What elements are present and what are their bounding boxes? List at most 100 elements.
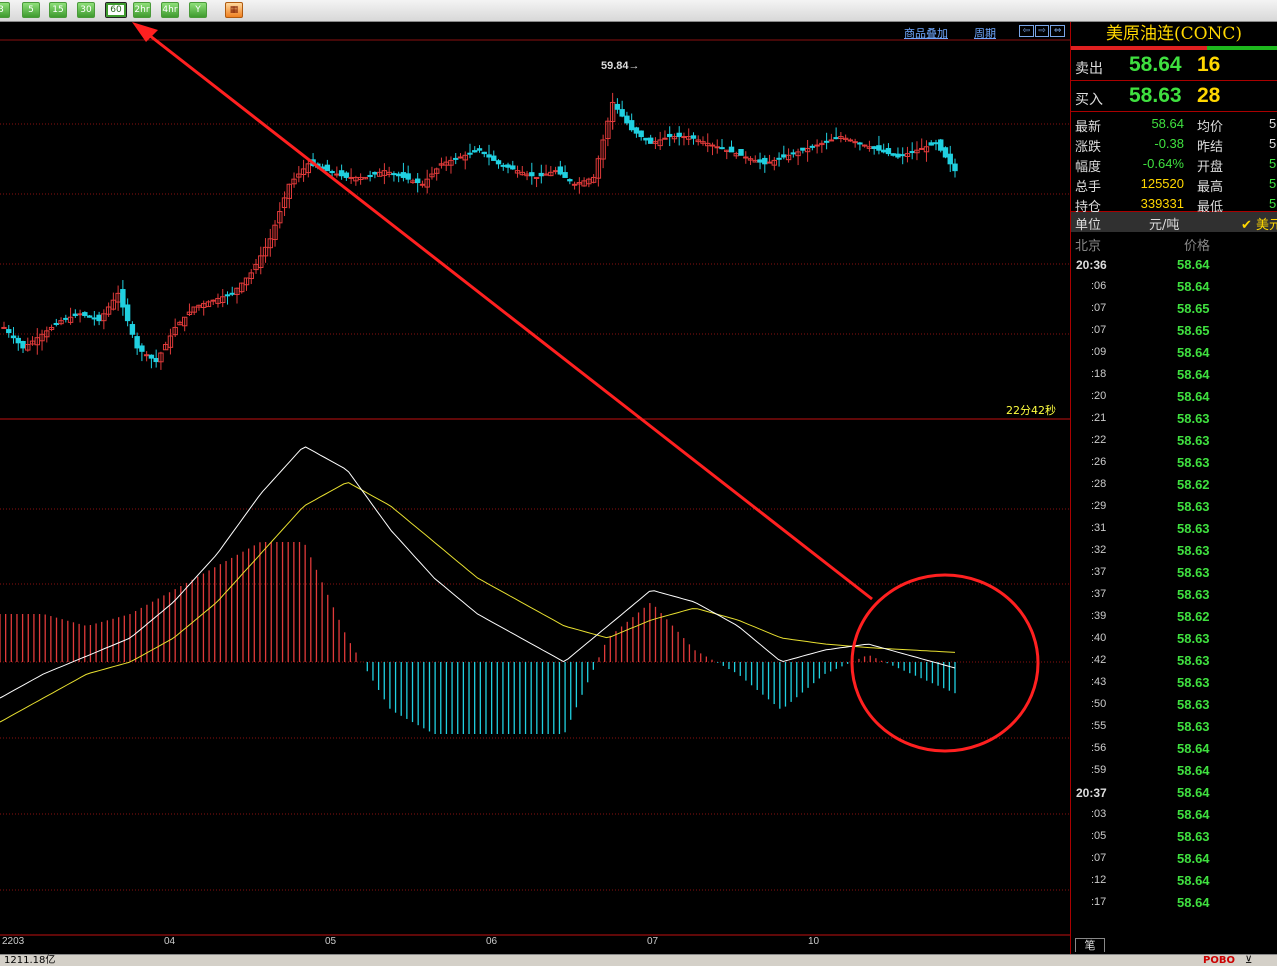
- candle-body: [909, 151, 915, 154]
- tick-time: :56: [1091, 742, 1107, 754]
- tick-time: :17: [1091, 896, 1107, 908]
- tick-row: :40 58.63: [1071, 628, 1277, 650]
- candle-body: [391, 173, 397, 176]
- tick-price: 58.64: [1177, 345, 1210, 360]
- quote-panel: 美原油连(CONC) 卖出 58.64 16 买入 58.63 28 最新 58.…: [1070, 22, 1277, 954]
- tick-price: 58.62: [1177, 477, 1210, 492]
- candle-body: [738, 149, 744, 156]
- tick-row: :26 58.63: [1071, 452, 1277, 474]
- tick-time: :07: [1091, 324, 1107, 336]
- tick-row: :59 58.64: [1071, 760, 1277, 782]
- tick-time: :43: [1091, 676, 1107, 688]
- candle-body: [557, 166, 564, 175]
- tick-row: :21 58.63: [1071, 408, 1277, 430]
- tick-time: :50: [1091, 698, 1107, 710]
- tick-row: :56 58.64: [1071, 738, 1277, 760]
- candle-body: [619, 109, 625, 117]
- tick-row: :31 58.63: [1071, 518, 1277, 540]
- period-button-Y[interactable]: Y: [189, 2, 207, 18]
- candle-body: [885, 148, 892, 155]
- tick-time: :26: [1091, 456, 1107, 468]
- tick-row: :07 58.64: [1071, 848, 1277, 870]
- tick-price: 58.65: [1177, 301, 1210, 316]
- candle-body: [63, 317, 69, 320]
- tick-price: 58.63: [1177, 499, 1210, 514]
- candle-body: [143, 354, 150, 357]
- tick-list[interactable]: 20:36 58.64:06 58.64:07 58.65:07 58.65:09 58.…: [1071, 254, 1277, 914]
- tick-price: 58.64: [1177, 873, 1210, 888]
- period-button-5[interactable]: 5: [22, 2, 40, 18]
- stat-label: 最高: [1197, 180, 1224, 195]
- candle-body: [538, 172, 545, 177]
- candle-body: [77, 313, 83, 316]
- tick-row: :05 58.63: [1071, 826, 1277, 848]
- tick-price-header: 价格: [1184, 239, 1211, 254]
- candle-body: [6, 329, 12, 334]
- candle-body: [871, 146, 877, 149]
- candle-body: [348, 176, 354, 179]
- stat-label: 均价: [1197, 120, 1224, 135]
- candle-body: [638, 130, 644, 138]
- nav-button-2[interactable]: ⇔: [1050, 25, 1066, 37]
- calendar-icon[interactable]: ▦: [225, 2, 243, 18]
- tick-row: :55 58.63: [1071, 716, 1277, 738]
- candle-body: [491, 155, 497, 161]
- pobo-logo: POBO: [1203, 955, 1235, 966]
- candle-body: [928, 142, 934, 146]
- candle-body: [681, 136, 687, 139]
- tick-row: :12 58.64: [1071, 870, 1277, 892]
- tick-row: :20 58.64: [1071, 386, 1277, 408]
- tick-price: 58.63: [1177, 631, 1210, 646]
- tick-time: :32: [1091, 544, 1107, 556]
- candle-body: [419, 183, 426, 186]
- nav-button-1[interactable]: ⇨: [1034, 25, 1050, 37]
- candle-body: [624, 115, 630, 124]
- candle-body: [728, 146, 735, 153]
- stat-value: 339331: [1140, 196, 1184, 211]
- period-link[interactable]: 周期: [974, 25, 996, 41]
- tick-row: :07 58.65: [1071, 298, 1277, 320]
- period-button-60[interactable]: 60: [105, 2, 127, 18]
- macd-dea-line: [0, 482, 956, 723]
- buy-row: 买入 58.63 28: [1071, 81, 1277, 112]
- period-button-4hr[interactable]: 4hr: [161, 2, 179, 18]
- sell-label: 卖出: [1075, 61, 1103, 77]
- tick-row: :39 58.62: [1071, 606, 1277, 628]
- overlay-commodity-link[interactable]: 商品叠加: [904, 25, 948, 41]
- tab-ticks[interactable]: 笔: [1075, 938, 1105, 952]
- tick-price: 58.64: [1177, 895, 1210, 910]
- stat-value: 5: [1269, 156, 1277, 171]
- nav-button-0[interactable]: ⇦: [1019, 25, 1034, 37]
- stat-value: 125520: [1140, 176, 1184, 191]
- period-button-30[interactable]: 30: [77, 2, 95, 18]
- candle-body: [134, 336, 140, 349]
- candle-body: [334, 173, 340, 176]
- period-button-15[interactable]: 15: [49, 2, 67, 18]
- tick-time: :07: [1091, 302, 1107, 314]
- candle-body: [933, 142, 939, 145]
- tick-time: :18: [1091, 368, 1107, 380]
- tick-time: :03: [1091, 808, 1107, 820]
- unit-label: 单位: [1075, 218, 1102, 233]
- tick-row: :37 58.63: [1071, 584, 1277, 606]
- candle-body: [899, 154, 906, 157]
- tick-price: 58.64: [1177, 785, 1210, 800]
- filter-icon[interactable]: ⊻: [1245, 955, 1252, 966]
- tick-row: :32 58.63: [1071, 540, 1277, 562]
- currency-toggle[interactable]: ✔ 美元: [1241, 214, 1277, 233]
- tick-row: 20:36 58.64: [1071, 254, 1277, 276]
- tick-time: :09: [1091, 346, 1107, 358]
- candle-body: [329, 171, 335, 174]
- price-chart[interactable]: [0, 22, 1070, 954]
- period-button-2hr[interactable]: 2hr: [133, 2, 151, 18]
- candle-body: [148, 354, 155, 359]
- candle-body: [472, 150, 478, 153]
- tick-price: 58.64: [1177, 279, 1210, 294]
- candle-body: [643, 137, 649, 141]
- candle-body: [124, 304, 131, 322]
- x-tick-label: 07: [647, 936, 659, 947]
- tick-price: 58.63: [1177, 653, 1210, 668]
- period-button-3[interactable]: 3: [0, 2, 10, 18]
- tick-time: :07: [1091, 852, 1107, 864]
- tick-time: 20:37: [1076, 786, 1107, 800]
